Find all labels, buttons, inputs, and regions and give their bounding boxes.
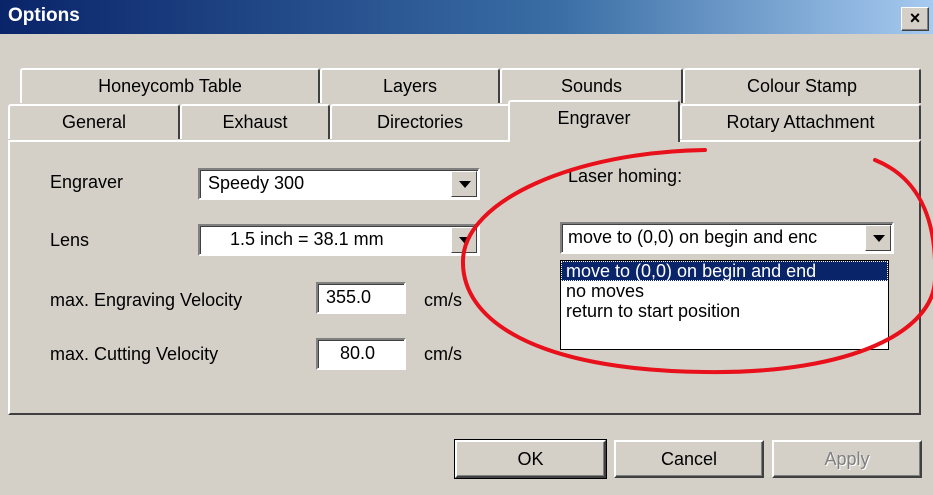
homing-option-no-moves[interactable]: no moves bbox=[561, 281, 888, 301]
engraving-velocity-label: max. Engraving Velocity bbox=[50, 290, 243, 310]
cutting-velocity-label: max. Cutting Velocity bbox=[50, 344, 219, 364]
cancel-button[interactable]: Cancel bbox=[614, 440, 764, 478]
cutting-velocity-unit: cm/s bbox=[424, 344, 462, 364]
tab-layers[interactable]: Layers bbox=[320, 68, 500, 103]
engraving-velocity-field[interactable]: 355.0 bbox=[316, 282, 406, 314]
lens-label: Lens bbox=[50, 230, 90, 250]
engraving-velocity-value: 355.0 bbox=[326, 287, 372, 307]
tab-honeycomb-table[interactable]: Honeycomb Table bbox=[20, 68, 320, 103]
tab-sounds[interactable]: Sounds bbox=[500, 68, 683, 103]
lens-select[interactable]: 1.5 inch = 38.1 mm bbox=[198, 224, 480, 256]
ok-button[interactable]: OK bbox=[454, 439, 607, 479]
chevron-down-icon[interactable] bbox=[865, 225, 891, 251]
apply-button[interactable]: Apply bbox=[772, 440, 922, 478]
tab-exhaust[interactable]: Exhaust bbox=[180, 104, 330, 139]
lens-value: 1.5 inch = 38.1 mm bbox=[230, 229, 384, 249]
homing-option-return-start[interactable]: return to start position bbox=[561, 301, 888, 321]
window-title: Options bbox=[8, 5, 80, 26]
engraver-select[interactable]: Speedy 300 bbox=[198, 168, 480, 200]
options-dialog: Options × Honeycomb Table Layers Sounds … bbox=[0, 0, 933, 495]
title-bar[interactable]: Options × bbox=[0, 0, 933, 34]
engraving-velocity-unit: cm/s bbox=[424, 290, 462, 310]
cutting-velocity-field[interactable]: 80.0 bbox=[316, 338, 406, 370]
close-button[interactable]: × bbox=[901, 7, 929, 31]
engraver-value: Speedy 300 bbox=[208, 173, 305, 193]
cutting-velocity-value: 80.0 bbox=[340, 343, 376, 363]
tab-rotary-attachment[interactable]: Rotary Attachment bbox=[680, 104, 921, 139]
laser-homing-select[interactable]: move to (0,0) on begin and enc bbox=[560, 222, 894, 254]
tab-general[interactable]: General bbox=[8, 104, 180, 139]
engraver-label: Engraver bbox=[50, 172, 124, 192]
homing-option-begin-end[interactable]: move to (0,0) on begin and end bbox=[561, 261, 888, 281]
laser-homing-label: Laser homing: bbox=[568, 166, 683, 186]
chevron-down-icon[interactable] bbox=[451, 171, 477, 197]
tab-engraver[interactable]: Engraver bbox=[508, 100, 680, 142]
tab-directories[interactable]: Directories bbox=[330, 104, 510, 139]
chevron-down-icon[interactable] bbox=[451, 227, 477, 253]
laser-homing-dropdown: move to (0,0) on begin and end no moves … bbox=[560, 260, 889, 350]
laser-homing-value: move to (0,0) on begin and enc bbox=[568, 227, 818, 247]
tab-colour-stamp[interactable]: Colour Stamp bbox=[683, 68, 921, 103]
